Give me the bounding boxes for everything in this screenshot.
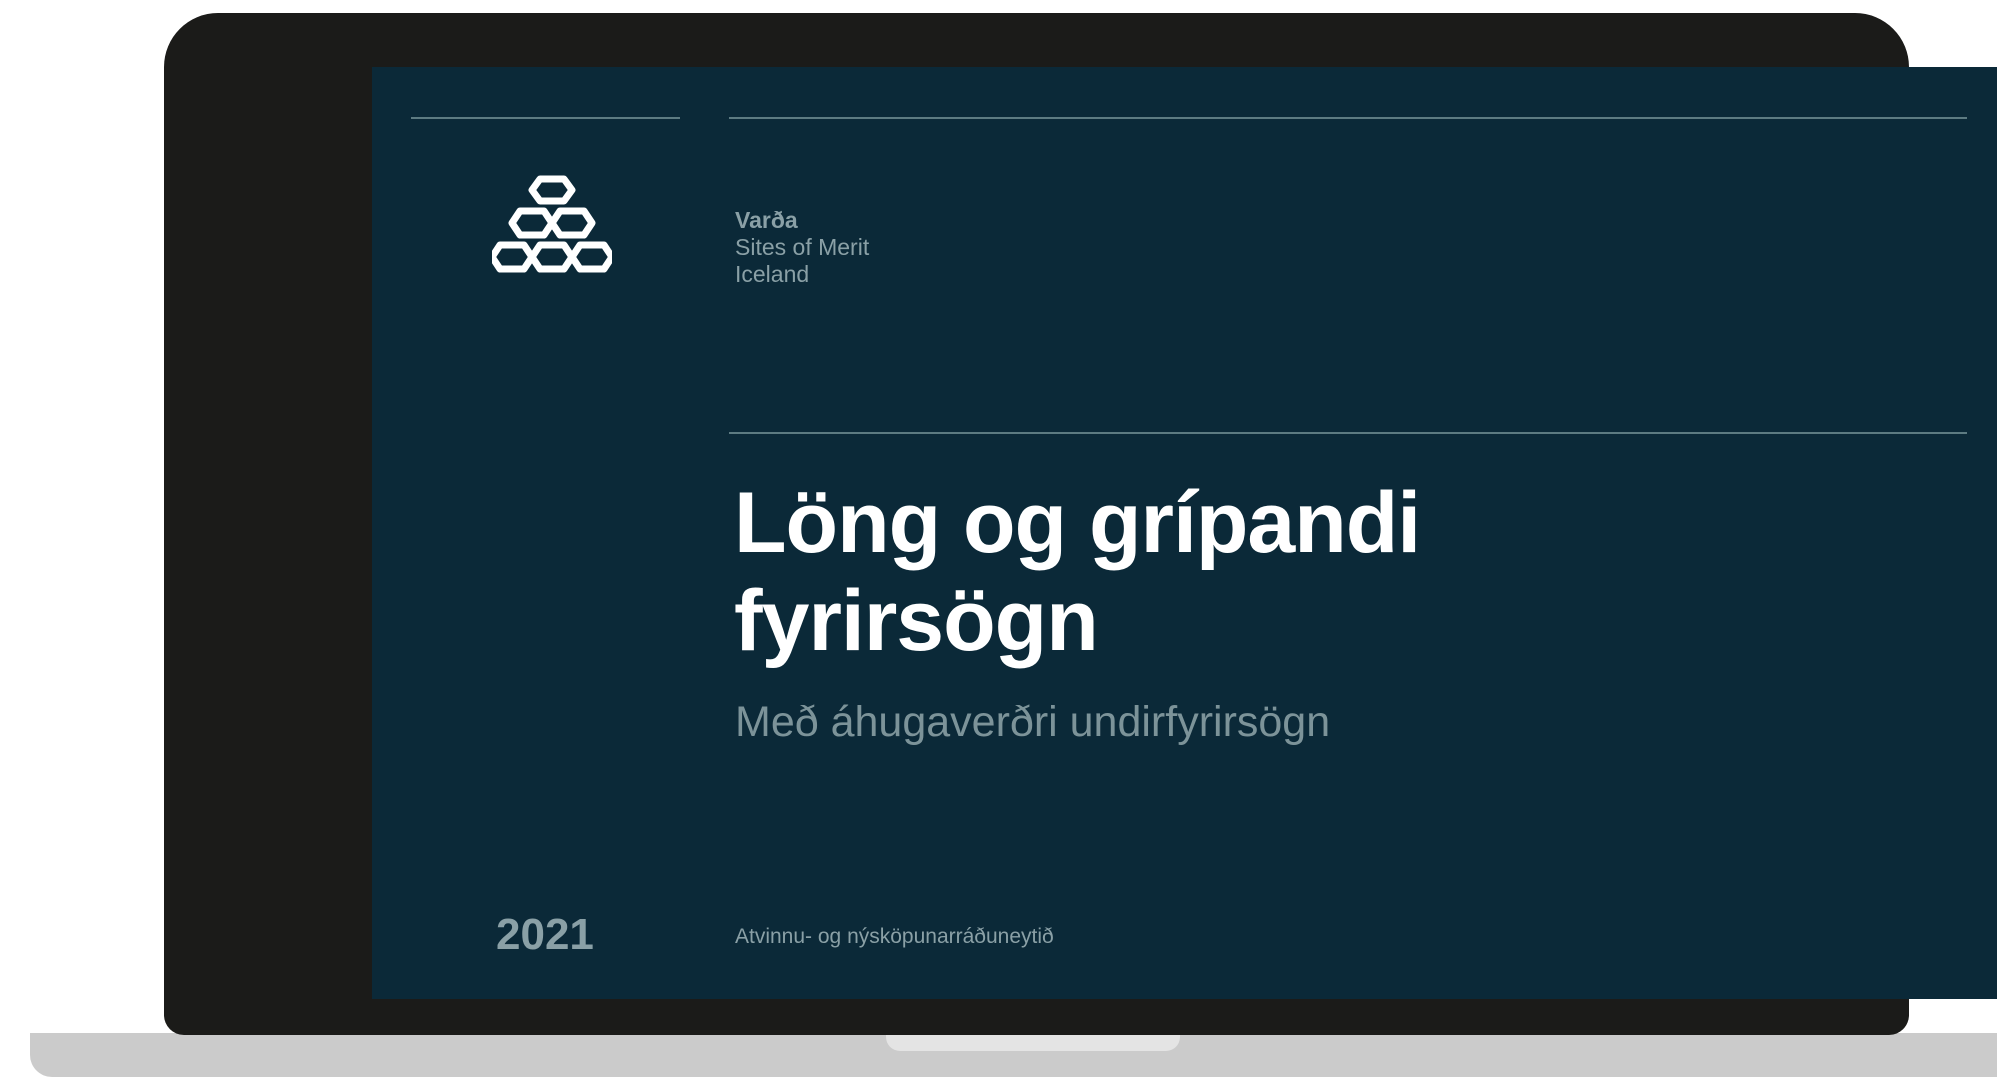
slide-title-line-2: fyrirsögn: [734, 573, 1099, 669]
brand-tagline-2: Iceland: [735, 261, 810, 287]
divider-middle: [729, 432, 1967, 434]
varda-knot-logo-icon: [492, 175, 612, 273]
slide-title-line-1: Löng og grípandi: [734, 475, 1421, 571]
laptop-mockup: Varða Sites of Merit Iceland Löng og grí…: [0, 0, 1997, 1077]
brand-name: Varða: [735, 207, 798, 233]
ministry-label: Atvinnu- og nýsköpunarráðuneytið: [735, 925, 1054, 948]
slide-subtitle: Með áhugaverðri undirfyrirsögn: [735, 698, 1331, 746]
brand-tagline-1: Sites of Merit: [735, 234, 870, 260]
brand-block: Varða Sites of Merit Iceland: [735, 207, 869, 288]
divider-left: [411, 117, 680, 119]
laptop-bezel: Varða Sites of Merit Iceland Löng og grí…: [164, 13, 1997, 1035]
slide-year: 2021: [496, 910, 594, 959]
laptop-notch: [886, 1033, 1180, 1051]
divider-top: [729, 117, 1967, 119]
presentation-slide: Varða Sites of Merit Iceland Löng og grí…: [372, 67, 1997, 999]
slide-title: Löng og grípandi fyrirsögn: [734, 474, 1834, 670]
